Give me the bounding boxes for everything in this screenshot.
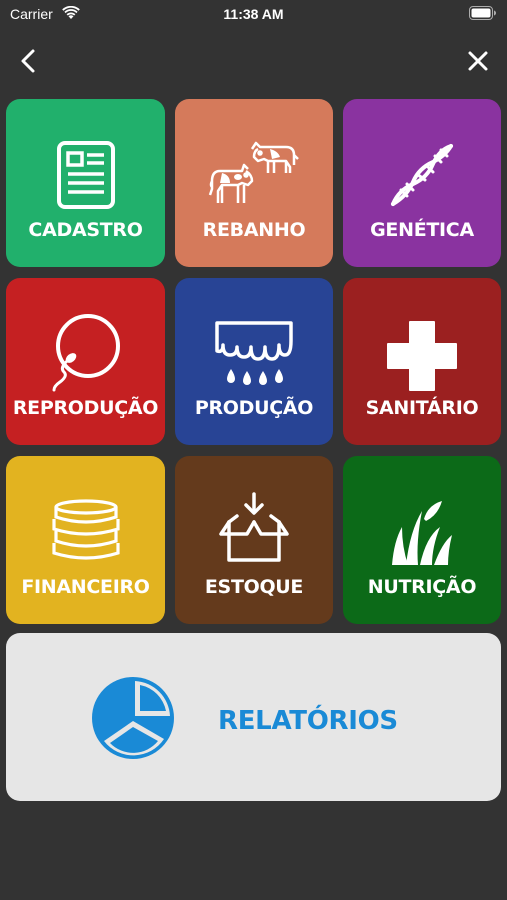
grass-icon bbox=[343, 492, 501, 572]
cattle-icon bbox=[175, 133, 333, 213]
document-icon bbox=[6, 135, 165, 215]
sperm-egg-icon bbox=[6, 312, 165, 392]
tile-rebanho[interactable]: REBANHO bbox=[175, 99, 333, 267]
tile-label-rebanho: REBANHO bbox=[202, 219, 306, 241]
tile-cadastro[interactable]: CADASTRO bbox=[6, 99, 165, 267]
close-button[interactable] bbox=[463, 46, 493, 76]
tile-label-genetica: GENÉTICA bbox=[370, 219, 474, 241]
medical-cross-icon bbox=[343, 316, 501, 396]
tile-label-financeiro: FINANCEIRO bbox=[21, 576, 150, 598]
status-bar: Carrier 11:38 AM bbox=[0, 0, 507, 30]
pie-chart-icon bbox=[90, 675, 176, 761]
relatorios-label: RELATÓRIOS bbox=[218, 706, 398, 736]
coins-icon bbox=[6, 492, 165, 572]
chevron-left-icon bbox=[21, 49, 35, 73]
dna-icon bbox=[343, 135, 501, 215]
tile-label-sanitario: SANITÁRIO bbox=[365, 397, 479, 419]
tile-producao[interactable]: PRODUÇÃO bbox=[175, 278, 333, 445]
tile-estoque[interactable]: ESTOQUE bbox=[175, 456, 333, 624]
box-icon bbox=[175, 488, 333, 568]
tile-label-estoque: ESTOQUE bbox=[204, 576, 304, 598]
close-icon bbox=[468, 51, 488, 71]
tile-label-producao: PRODUÇÃO bbox=[194, 397, 314, 419]
tile-label-reproducao: REPRODUÇÃO bbox=[12, 397, 159, 419]
tile-label-nutricao: NUTRIÇÃO bbox=[367, 576, 477, 598]
tile-financeiro[interactable]: FINANCEIRO bbox=[6, 456, 165, 624]
tile-reproducao[interactable]: REPRODUÇÃO bbox=[6, 278, 165, 445]
tile-sanitario[interactable]: SANITÁRIO bbox=[343, 278, 501, 445]
nav-bar bbox=[0, 40, 507, 84]
battery-icon bbox=[469, 6, 497, 25]
status-time: 11:38 AM bbox=[223, 6, 284, 22]
tile-label-cadastro: CADASTRO bbox=[28, 219, 143, 241]
milk-drops-icon bbox=[175, 314, 333, 394]
tile-nutricao[interactable]: NUTRIÇÃO bbox=[343, 456, 501, 624]
tile-genetica[interactable]: GENÉTICA bbox=[343, 99, 501, 267]
back-button[interactable] bbox=[14, 46, 44, 76]
